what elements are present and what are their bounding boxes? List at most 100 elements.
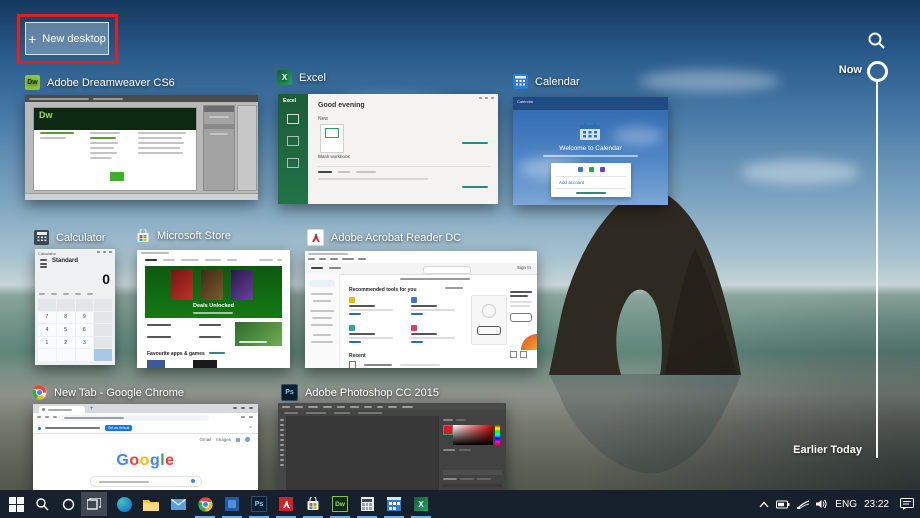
calendar-account-card: Add account	[551, 163, 631, 197]
thumb-title-dreamweaver[interactable]: Dw Adobe Dreamweaver CS6	[25, 75, 175, 90]
chrome-tabstrip: +	[33, 404, 258, 413]
timeline-now-marker[interactable]	[867, 61, 888, 82]
ps-panels	[438, 416, 506, 490]
ps-hue-strip	[495, 425, 500, 445]
excel-recent-tabs	[318, 171, 376, 173]
thumb-title-photoshop[interactable]: Ps Adobe Photoshop CC 2015	[281, 384, 439, 401]
acrobat-recommended-heading: Recommended tools for you	[349, 287, 417, 293]
language-indicator[interactable]: ENG	[835, 499, 857, 510]
acrobat-welcome-bar	[400, 278, 470, 280]
excel-empty-text	[318, 178, 428, 180]
taskbar-dreamweaver-icon[interactable]: Dw	[327, 492, 353, 516]
timeline-scrollbar[interactable]	[876, 82, 878, 458]
calc-window-controls	[97, 251, 112, 253]
action-center-icon[interactable]	[900, 498, 914, 510]
excel-blank-workbook-card	[320, 124, 344, 153]
acrobat-titlebar	[308, 253, 348, 255]
taskbar-search-icon[interactable]	[29, 492, 55, 516]
chrome-set-default-button: Set as default	[105, 425, 132, 431]
hamburger-icon	[40, 259, 48, 268]
window-excel[interactable]: Excel Good evening New Blank workbook	[278, 94, 498, 204]
outlook-account-icon	[578, 167, 583, 172]
battery-icon[interactable]	[776, 500, 790, 509]
acrobat-sign-in: Sign In	[517, 265, 531, 270]
taskbar-edge-icon[interactable]	[111, 492, 137, 516]
calc-memory-row	[39, 293, 93, 295]
excel-icon: X	[277, 70, 292, 85]
taskbar-calendar-icon[interactable]	[381, 492, 407, 516]
window-photoshop[interactable]	[278, 403, 506, 490]
taskbar-calculator-icon[interactable]	[354, 492, 380, 516]
apps-grid-icon	[236, 438, 240, 442]
excel-sidebar: Excel	[278, 94, 308, 204]
store-search	[259, 259, 282, 261]
store-link-deals	[199, 324, 221, 326]
dw-welcome-card: Dw	[33, 107, 197, 191]
calc-mode-label: Standard	[52, 258, 78, 264]
thumb-title-label: Calculator	[56, 232, 106, 244]
acrobat-recent-heading: Recent	[349, 353, 366, 359]
network-signal-icon[interactable]	[797, 500, 809, 509]
store-bottom-tile	[193, 360, 217, 368]
taskbar-photoshop-icon[interactable]: Ps	[246, 492, 272, 516]
game-poster-purple	[231, 270, 253, 300]
acrobat-view-toggle	[510, 351, 527, 358]
thumb-title-calculator[interactable]: Calculator	[34, 230, 106, 245]
thumb-title-label: Adobe Dreamweaver CS6	[47, 77, 175, 89]
store-show-all-link	[209, 352, 225, 354]
taskbar-excel-icon[interactable]: X	[408, 492, 434, 516]
thumb-title-label: Calendar	[535, 76, 580, 88]
thumb-title-label: Microsoft Store	[157, 230, 231, 242]
clock[interactable]: 23:22	[864, 499, 889, 510]
store-banner-title: Deals Unlocked	[145, 303, 282, 309]
system-tray: ENG 23:22	[759, 490, 918, 518]
thumb-title-acrobat[interactable]: Adobe Acrobat Reader DC	[307, 229, 461, 246]
window-dreamweaver[interactable]: Dw	[25, 95, 258, 200]
dusk-shading	[580, 280, 920, 490]
store-nav	[145, 259, 237, 261]
taskbar-file-explorer-icon[interactable]	[138, 492, 164, 516]
timeline-search-icon[interactable]	[866, 30, 887, 51]
acrobat-open-file-card	[471, 295, 507, 345]
window-calendar[interactable]: Calendar Welcome to Calendar Add account	[513, 97, 668, 205]
calendar-titlebar: Calendar	[513, 97, 668, 110]
acrobat-menubar	[308, 258, 366, 260]
thumb-title-label: New Tab - Google Chrome	[54, 387, 184, 399]
taskbar-acrobat-icon[interactable]	[273, 492, 299, 516]
calendar-welcome-icon	[579, 123, 601, 141]
excel-blank-workbook-label: Blank workbook	[318, 154, 350, 159]
task-view-button[interactable]	[81, 492, 107, 516]
timeline-earlier-label: Earlier Today	[793, 444, 862, 456]
gmail-account-icon	[589, 167, 594, 172]
taskbar-mail-icon[interactable]	[165, 492, 191, 516]
gmail-link: Gmail	[199, 437, 211, 442]
thumb-title-store[interactable]: Microsoft Store	[135, 228, 231, 243]
taskbar-photos-icon[interactable]	[219, 492, 245, 516]
thumb-title-excel[interactable]: X Excel	[277, 70, 326, 85]
dw-logo: Dw	[34, 108, 196, 130]
thumb-title-label: Excel	[299, 72, 326, 84]
store-banner: Deals Unlocked	[145, 266, 282, 318]
window-acrobat[interactable]: Sign In Recommended tools for you	[305, 251, 537, 368]
thumb-title-chrome[interactable]: New Tab - Google Chrome	[32, 385, 184, 400]
thumb-title-calendar[interactable]: Calendar	[513, 74, 580, 89]
excel-more-templates-link	[462, 142, 488, 144]
dw-col-top	[138, 132, 186, 154]
calendar-add-account: Add account	[559, 180, 631, 185]
taskbar-chrome-icon[interactable]	[192, 492, 218, 516]
chrome-icon	[32, 385, 47, 400]
google-search-box	[90, 476, 202, 487]
tray-chevron-up-icon[interactable]	[759, 501, 769, 508]
taskbar-store-icon[interactable]	[300, 492, 326, 516]
window-store[interactable]: Deals Unlocked Favourite apps & games	[137, 250, 290, 368]
acrobat-sidebar	[305, 274, 340, 368]
calc-display: 0	[40, 271, 110, 287]
volume-icon[interactable]	[816, 499, 828, 509]
dw-menubar	[25, 95, 258, 102]
window-chrome[interactable]: + Set as default × Gmail Images Google	[33, 404, 258, 490]
excel-home-icon	[287, 114, 299, 124]
acrobat-tool-card-2	[411, 297, 466, 319]
start-button[interactable]	[3, 492, 29, 516]
window-calculator[interactable]: Calculator Standard 0 7 8 9 4 5 6 1 2 3	[35, 249, 115, 365]
cortana-icon[interactable]	[55, 492, 81, 516]
